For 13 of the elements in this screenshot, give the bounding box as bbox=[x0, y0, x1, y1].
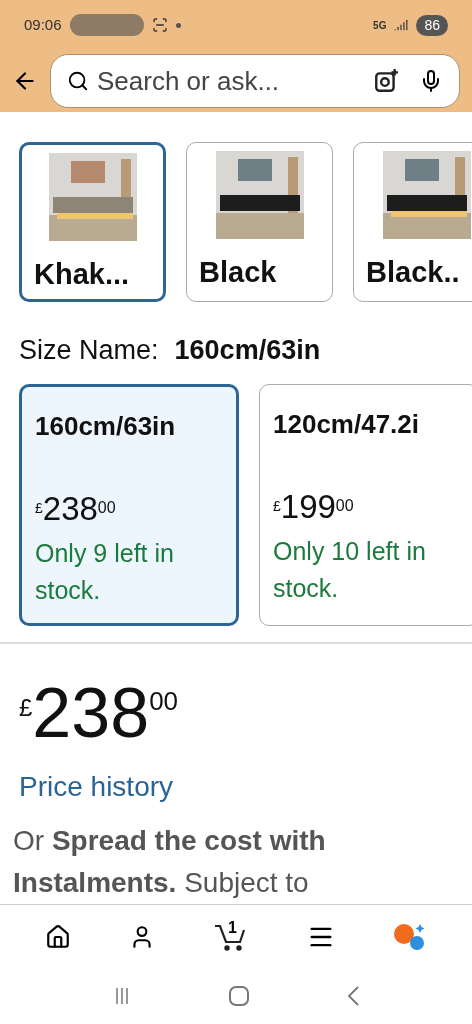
colour-option[interactable]: Black bbox=[186, 142, 333, 302]
search-input[interactable]: Search or ask... bbox=[97, 61, 365, 101]
cart-button[interactable]: 1 bbox=[213, 921, 249, 952]
size-value: 160cm/63in bbox=[174, 333, 321, 367]
network-label: 5G bbox=[373, 18, 387, 33]
status-time: 09:06 bbox=[24, 14, 62, 35]
battery-indicator: 86 bbox=[416, 14, 448, 36]
colour-option[interactable]: Khak... bbox=[19, 142, 166, 302]
colour-option[interactable]: Black.. bbox=[353, 142, 472, 302]
size-label: Size Name: bbox=[19, 333, 159, 367]
instalments-text: Or Spread the cost with Instalments. Subject to bbox=[12, 824, 327, 901]
search-field[interactable]: Search or ask... bbox=[50, 54, 460, 108]
price-history-link[interactable]: Price history bbox=[0, 766, 472, 809]
